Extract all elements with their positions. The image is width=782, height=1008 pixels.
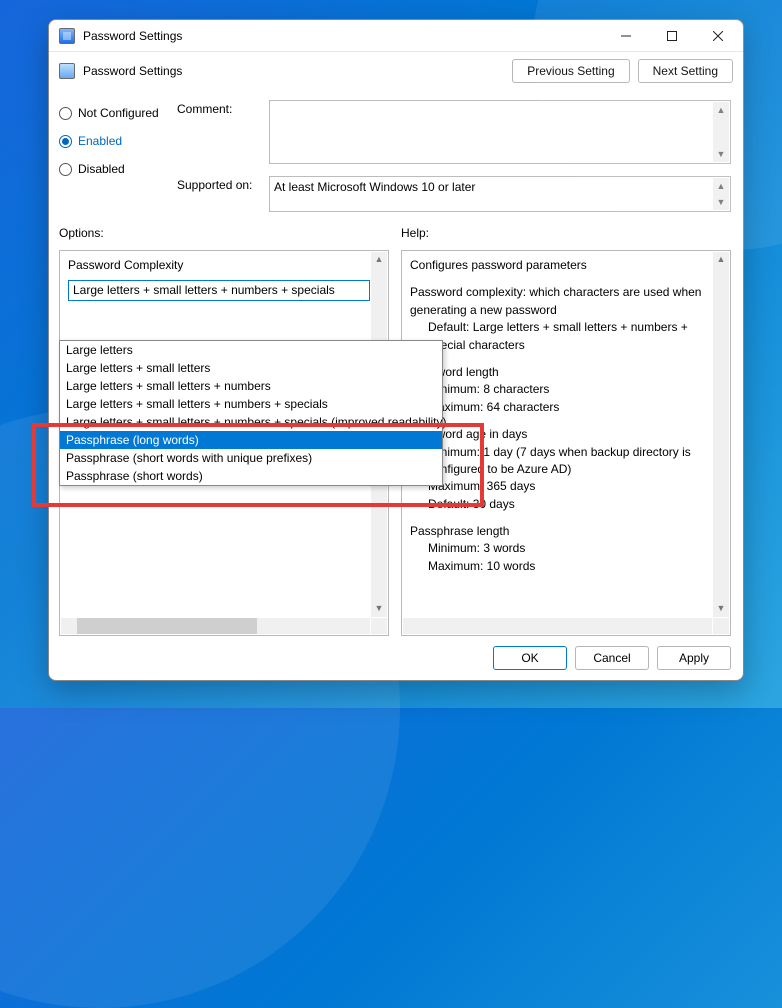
scrollbar-horizontal[interactable] — [61, 618, 370, 634]
supported-row: Supported on: At least Microsoft Windows… — [177, 176, 731, 212]
supported-value: At least Microsoft Windows 10 or later — [274, 180, 475, 194]
supported-label: Supported on: — [177, 176, 263, 192]
radio-disabled[interactable]: Disabled — [59, 162, 177, 176]
scroll-down-icon: ▼ — [713, 601, 729, 617]
help-text: Maximum: 64 characters — [410, 399, 712, 416]
scroll-corner — [371, 618, 387, 634]
policy-icon — [59, 63, 75, 79]
radio-label: Not Configured — [78, 106, 159, 120]
help-text: Password length — [410, 364, 712, 381]
help-text: Maximum: 365 days — [410, 478, 712, 495]
dropdown-option[interactable]: Large letters + small letters + numbers … — [60, 395, 442, 413]
radio-icon — [59, 135, 72, 148]
help-text: Default: Large letters + small letters +… — [410, 319, 712, 354]
scroll-up-icon: ▲ — [713, 178, 729, 194]
supported-textarea: At least Microsoft Windows 10 or later ▲… — [269, 176, 731, 212]
radio-not-configured[interactable]: Not Configured — [59, 106, 177, 120]
radio-label: Enabled — [78, 134, 122, 148]
state-area: Not Configured Enabled Disabled Comment:… — [49, 90, 743, 212]
dropdown-option[interactable]: Passphrase (short words) — [60, 467, 442, 485]
dialog-button-bar: OK Cancel Apply — [49, 636, 743, 680]
radio-label: Disabled — [78, 162, 125, 176]
dropdown-option[interactable]: Large letters — [60, 341, 442, 359]
previous-setting-button[interactable]: Previous Setting — [512, 59, 629, 83]
toolbar-title: Password Settings — [83, 64, 182, 78]
fields-column: Comment: ▲ ▼ Supported on: At least Micr… — [177, 100, 731, 212]
state-radios: Not Configured Enabled Disabled — [59, 100, 177, 212]
help-column: Help: Configures password parameters Pas… — [401, 226, 731, 636]
scroll-up-icon: ▲ — [371, 252, 387, 268]
window-title: Password Settings — [83, 29, 603, 43]
scrollbar-horizontal[interactable] — [403, 618, 712, 634]
radio-icon — [59, 107, 72, 120]
scroll-down-icon: ▼ — [713, 194, 729, 210]
app-icon — [59, 28, 75, 44]
help-text: Minimum: 1 day (7 days when backup direc… — [410, 444, 712, 479]
dropdown-option[interactable]: Passphrase (short words with unique pref… — [60, 449, 442, 467]
help-text: Minimum: 8 characters — [410, 381, 712, 398]
help-label: Help: — [401, 226, 731, 240]
scroll-down-icon: ▼ — [713, 146, 729, 162]
maximize-button[interactable] — [649, 21, 695, 51]
minimize-button[interactable] — [603, 21, 649, 51]
help-text: Minimum: 3 words — [410, 540, 712, 557]
ok-button[interactable]: OK — [493, 646, 567, 670]
help-pane: Configures password parameters Password … — [401, 250, 731, 636]
scrollbar-vertical[interactable]: ▲ ▼ — [713, 102, 729, 162]
combo-value: Large letters + small letters + numbers … — [73, 282, 335, 299]
combo-label: Password Complexity — [68, 257, 370, 274]
help-text: Passphrase length — [410, 523, 712, 540]
dropdown-option[interactable]: Large letters + small letters + numbers — [60, 377, 442, 395]
dropdown-option[interactable]: Large letters + small letters + numbers … — [60, 413, 442, 431]
help-text: Default: 30 days — [410, 496, 712, 513]
scroll-corner — [713, 618, 729, 634]
options-label: Options: — [59, 226, 389, 240]
scroll-up-icon: ▲ — [713, 102, 729, 118]
comment-row: Comment: ▲ ▼ — [177, 100, 731, 164]
help-text: Password age in days — [410, 426, 712, 443]
titlebar: Password Settings — [49, 20, 743, 52]
comment-label: Comment: — [177, 100, 263, 116]
next-setting-button[interactable]: Next Setting — [638, 59, 733, 83]
scrollbar-vertical[interactable]: ▲ ▼ — [713, 178, 729, 210]
password-complexity-combo[interactable]: Large letters + small letters + numbers … — [68, 280, 370, 301]
close-button[interactable] — [695, 21, 741, 51]
scrollbar-vertical[interactable]: ▲ ▼ — [713, 252, 729, 617]
help-text: Configures password parameters — [410, 257, 712, 274]
radio-enabled[interactable]: Enabled — [59, 134, 177, 148]
cancel-button[interactable]: Cancel — [575, 646, 649, 670]
toolbar: Password Settings Previous Setting Next … — [49, 52, 743, 90]
apply-button[interactable]: Apply — [657, 646, 731, 670]
help-text: Maximum: 10 words — [410, 558, 712, 575]
comment-textarea[interactable]: ▲ ▼ — [269, 100, 731, 164]
scroll-down-icon: ▼ — [371, 601, 387, 617]
scroll-up-icon: ▲ — [713, 252, 729, 268]
password-complexity-dropdown[interactable]: Large lettersLarge letters + small lette… — [59, 340, 443, 486]
help-text: Password complexity: which characters ar… — [410, 284, 712, 319]
radio-icon — [59, 163, 72, 176]
dropdown-option[interactable]: Large letters + small letters — [60, 359, 442, 377]
dropdown-option[interactable]: Passphrase (long words) — [60, 431, 442, 449]
